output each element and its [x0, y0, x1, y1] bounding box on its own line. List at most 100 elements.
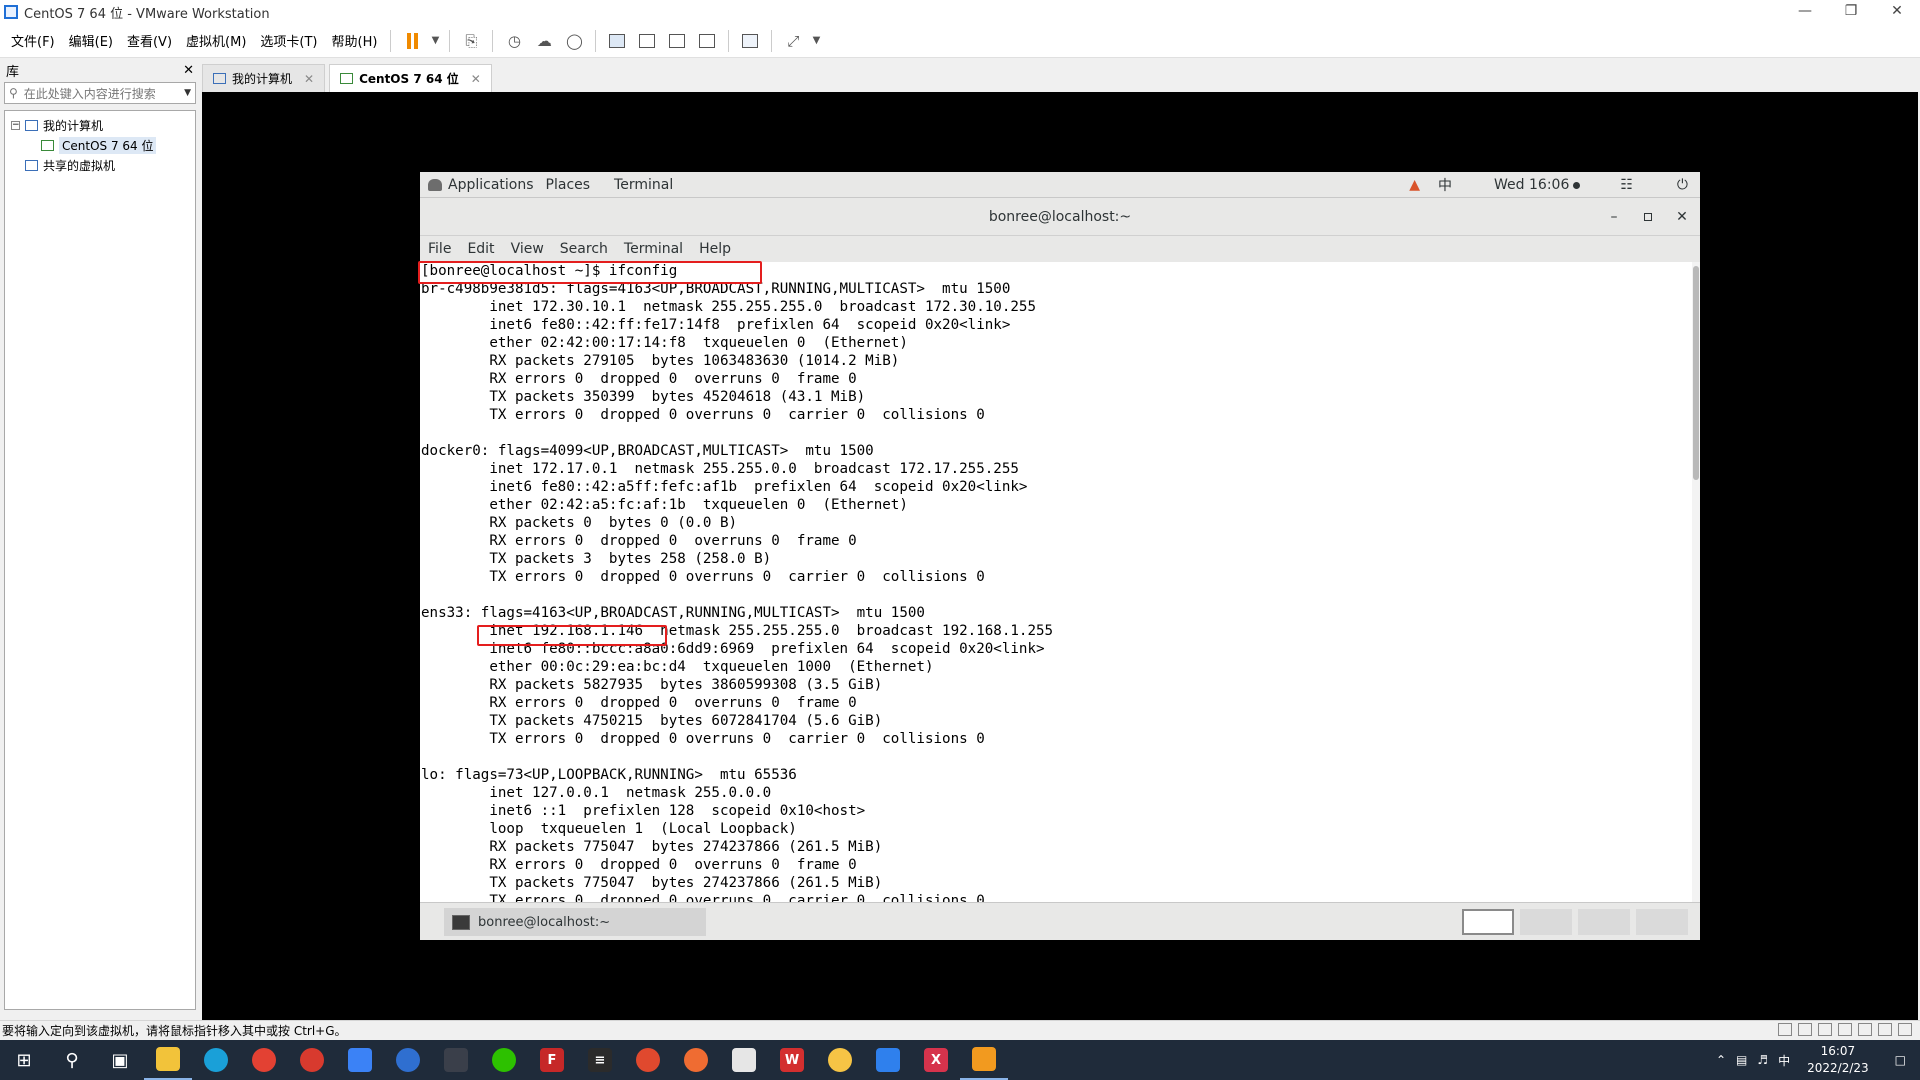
xshell-icon[interactable]: X	[912, 1040, 960, 1080]
collapse-icon[interactable]: −	[11, 120, 20, 130]
send-ctrl-alt-del-icon[interactable]: ⎘	[457, 28, 485, 54]
library-search-input[interactable]: ⚲ 在此处键入内容进行搜索 ▼	[4, 82, 196, 104]
workspace-4[interactable]	[1636, 909, 1688, 935]
menu-tabs[interactable]: 选项卡(T)	[253, 31, 324, 50]
start-button[interactable]: ⊞	[0, 1040, 48, 1080]
network-adapter-icon[interactable]	[1818, 1023, 1832, 1036]
applications-menu[interactable]: Applications	[420, 177, 534, 193]
console-view-icon[interactable]	[736, 28, 764, 54]
search-dropdown-icon[interactable]: ▼	[184, 88, 191, 98]
workspace-3[interactable]	[1578, 909, 1630, 935]
terminal-output[interactable]: [bonree@localhost ~]$ ifconfig br-c498b9e…	[420, 262, 1692, 902]
sound-icon[interactable]	[1878, 1023, 1892, 1036]
minimize-button[interactable]: —	[1782, 0, 1828, 24]
chrome-icon[interactable]	[240, 1040, 288, 1080]
terminal-maximize-button[interactable]	[1638, 209, 1658, 225]
power-icon[interactable]: ⏻	[1677, 177, 1688, 193]
terminal-menu-terminal[interactable]: Terminal	[624, 241, 691, 257]
menu-vm[interactable]: 虚拟机(M)	[179, 31, 253, 50]
app-icon-swirl[interactable]	[624, 1040, 672, 1080]
tab-close-icon[interactable]: ✕	[471, 72, 481, 86]
snapshot-icon[interactable]: ◷	[500, 28, 528, 54]
printer-icon[interactable]	[1858, 1023, 1872, 1036]
tab-centos[interactable]: CentOS 7 64 位 ✕	[329, 64, 492, 92]
restore-button[interactable]: ❐	[1828, 0, 1874, 24]
search-icon[interactable]: ⚲	[48, 1040, 96, 1080]
terminal-menu-file[interactable]: File	[428, 241, 459, 257]
taskbar-terminal-item[interactable]: bonree@localhost:~	[444, 908, 706, 936]
wps-icon[interactable]: W	[768, 1040, 816, 1080]
terminal-scrollbar[interactable]	[1692, 262, 1700, 902]
menu-help[interactable]: 帮助(H)	[325, 31, 385, 50]
terminal-line: TX packets 350399 bytes 45204618 (43.1 M…	[421, 389, 866, 405]
tab-close-icon[interactable]: ✕	[304, 72, 314, 86]
tab-my-computer[interactable]: 我的计算机 ✕	[202, 64, 326, 92]
clock[interactable]: Wed 16:06	[1494, 177, 1581, 193]
snapshot-manager-icon[interactable]: ◯	[560, 28, 588, 54]
places-menu[interactable]: Places	[534, 177, 603, 193]
pause-button[interactable]	[398, 28, 426, 54]
show-library-icon[interactable]	[603, 28, 631, 54]
hdd-icon[interactable]	[1778, 1023, 1792, 1036]
terminal-close-button[interactable]: ✕	[1672, 209, 1692, 225]
terminal-line: lo: flags=73<UP,LOOPBACK,RUNNING> mtu 65…	[421, 767, 797, 783]
task-view-icon[interactable]: ▣	[96, 1040, 144, 1080]
vmware-taskbar-icon[interactable]	[960, 1040, 1008, 1080]
terminal-title: bonree@localhost:~	[988, 208, 1132, 225]
close-button[interactable]: ✕	[1874, 0, 1920, 24]
tree-item-shared-vms[interactable]: 共享的虚拟机	[11, 155, 189, 175]
baidu-netdisk-icon[interactable]	[336, 1040, 384, 1080]
app-icon-blue[interactable]	[864, 1040, 912, 1080]
workspace-2[interactable]	[1520, 909, 1572, 935]
terminal-menu-search[interactable]: Search	[560, 241, 616, 257]
wechat-icon[interactable]	[480, 1040, 528, 1080]
terminal-menu-view[interactable]: View	[511, 241, 552, 257]
tray-network-icon[interactable]: ▤	[1731, 1053, 1752, 1067]
tree-item-centos[interactable]: CentOS 7 64 位	[11, 135, 189, 155]
workspace-1[interactable]	[1462, 909, 1514, 935]
menu-edit[interactable]: 编辑(E)	[62, 31, 120, 50]
tree-item-my-computer[interactable]: − 我的计算机	[11, 115, 189, 135]
app-icon-yellow[interactable]	[816, 1040, 864, 1080]
search-app-icon[interactable]	[384, 1040, 432, 1080]
tray-ime-indicator[interactable]: 中	[1773, 1052, 1795, 1069]
gnome-foot-icon	[428, 178, 442, 191]
terminal-minimize-button[interactable]: –	[1604, 209, 1624, 225]
tray-clock[interactable]: 16:07 2022/2/23	[1795, 1043, 1881, 1077]
input-method-indicator[interactable]: 中	[1438, 175, 1452, 195]
app-icon-red[interactable]	[288, 1040, 336, 1080]
stretch-view-icon[interactable]: ⤢	[779, 28, 807, 54]
message-icon[interactable]	[1898, 1023, 1912, 1036]
library-close-icon[interactable]: ✕	[183, 63, 194, 78]
monitor-app-icon[interactable]	[432, 1040, 480, 1080]
edge-icon[interactable]	[192, 1040, 240, 1080]
notification-center-icon[interactable]: □	[1881, 1053, 1920, 1067]
notes-app-icon[interactable]: ≡	[576, 1040, 624, 1080]
power-dropdown-icon[interactable]: ▼	[428, 28, 442, 54]
thumbnail-bar-icon[interactable]	[633, 28, 661, 54]
notification-icon[interactable]: ▲	[1409, 177, 1420, 193]
network-icon[interactable]: ☷	[1620, 177, 1633, 193]
stretch-dropdown-icon[interactable]: ▼	[809, 28, 823, 54]
scrollbar-thumb[interactable]	[1693, 266, 1699, 480]
menu-file[interactable]: 文件(F)	[4, 31, 62, 50]
filezilla-icon[interactable]: F	[528, 1040, 576, 1080]
terminal-menu-help[interactable]: Help	[699, 241, 739, 257]
tray-chevron-icon[interactable]: ⌃	[1711, 1053, 1731, 1067]
desktop-app-icon[interactable]	[720, 1040, 768, 1080]
terminal-menu-edit[interactable]: Edit	[467, 241, 502, 257]
window-title: CentOS 7 64 位 - VMware Workstation	[24, 6, 270, 22]
file-explorer-icon[interactable]	[144, 1040, 192, 1080]
fullscreen-icon[interactable]	[663, 28, 691, 54]
cdrom-icon[interactable]	[1798, 1023, 1812, 1036]
usb-icon[interactable]	[1838, 1023, 1852, 1036]
postman-icon[interactable]	[672, 1040, 720, 1080]
system-tray: ⌃ ▤ ♬ 中 16:07 2022/2/23 □	[1711, 1040, 1920, 1080]
tray-volume-icon[interactable]: ♬	[1752, 1053, 1773, 1067]
revert-snapshot-icon[interactable]: ☁	[530, 28, 558, 54]
terminal-line: TX errors 0 dropped 0 overruns 0 carrier…	[421, 569, 985, 585]
unity-icon[interactable]	[693, 28, 721, 54]
menu-view[interactable]: 查看(V)	[120, 31, 179, 50]
terminal-app-menu[interactable]: Terminal	[602, 177, 685, 193]
